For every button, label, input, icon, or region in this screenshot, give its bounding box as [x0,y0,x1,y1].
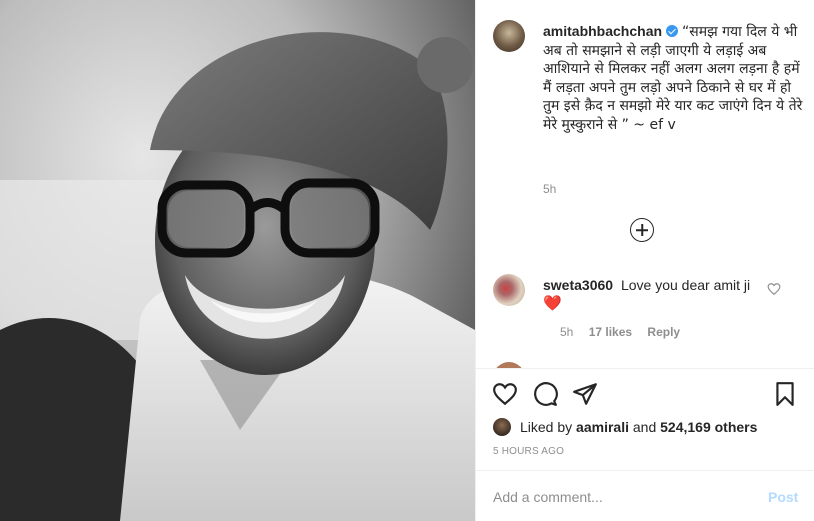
comment-meta: 5h 17 likes Reply [560,325,692,339]
heart-emoji: ❤️ [543,295,562,312]
post-sidebar: amitabhbachchan “समझ गया दिल ये भी अब तो … [475,0,814,521]
author-avatar[interactable] [493,20,525,52]
post-comment-button[interactable]: Post [768,489,798,505]
caption-text-block: amitabhbachchan “समझ गया दिल ये भी अब तो … [543,22,805,134]
liker-avatar[interactable] [493,418,511,436]
liked-by-label: Liked by [520,419,573,435]
author-username[interactable]: amitabhbachchan [543,23,662,39]
post-timestamp[interactable]: 5 HOURS AGO [493,446,564,457]
comment-body: Love you dear amit ji [620,277,751,293]
comment-heart-outline-icon[interactable] [767,282,781,296]
and-label: and [632,419,657,435]
heart-outline-icon[interactable] [492,381,518,407]
post-action-bar [492,381,802,407]
comment-likes[interactable]: 17 likes [589,325,632,339]
plus-circle-icon[interactable] [630,218,654,242]
liked-by-user[interactable]: aamirali [576,419,629,435]
comment-input[interactable]: Add a comment... [493,489,603,505]
reply-button[interactable]: Reply [647,325,680,339]
caption-timestamp[interactable]: 5h [543,182,556,196]
comment-time[interactable]: 5h [560,325,573,339]
post-photo[interactable] [0,0,475,521]
divider [476,368,814,369]
bookmark-icon[interactable] [772,381,798,407]
portrait-image [0,0,475,521]
caption-body: “समझ गया दिल ये भी अब तो समझाने से लड़ी … [543,24,803,133]
commenter-username[interactable]: sweta3060 [543,277,613,293]
verified-badge-icon [666,25,679,37]
comment-text: sweta3060 Love you dear amit ji ❤️ [543,276,773,313]
divider [476,470,814,471]
likes-count[interactable]: 524,169 others [660,419,757,435]
commenter-avatar[interactable] [493,274,525,306]
speech-bubble-icon[interactable] [532,381,558,407]
paper-plane-icon[interactable] [572,381,598,407]
